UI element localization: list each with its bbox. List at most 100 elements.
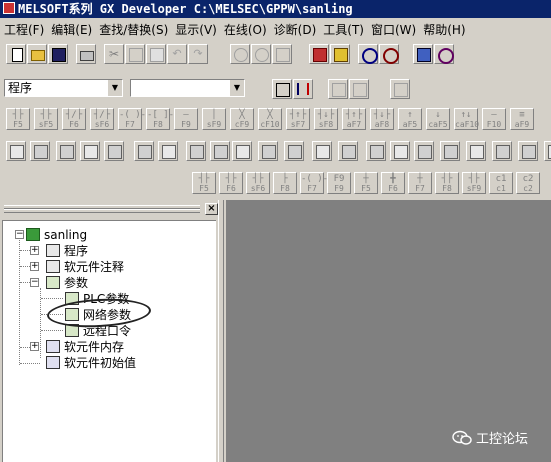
program-tool-button[interactable]	[492, 141, 512, 161]
monitor-write-button[interactable]	[379, 44, 399, 64]
program-tool-button[interactable]	[440, 141, 460, 161]
ladder-key-button[interactable]: ┤/├ F6	[62, 108, 86, 130]
tree-node-device-init[interactable]: 软元件初始值	[46, 355, 136, 371]
program-tool-button[interactable]	[258, 141, 278, 161]
find-instruction-button[interactable]	[251, 44, 271, 64]
ladder-key-button[interactable]: -[ ]- F8	[146, 108, 174, 130]
data-name-combo[interactable]: ▼	[130, 79, 245, 97]
program-tool-button[interactable]	[338, 141, 358, 161]
paste-button[interactable]	[146, 44, 166, 64]
program-tool-button[interactable]	[518, 141, 538, 161]
menu-help[interactable]: 帮助(H)	[419, 20, 468, 40]
toolbar-button-8[interactable]	[328, 79, 348, 99]
program-tool-button[interactable]	[210, 141, 230, 161]
program-tool-button[interactable]	[232, 141, 252, 161]
ladder-key-button[interactable]: -( )- F7	[118, 108, 146, 130]
tree-node-program[interactable]: 程序	[46, 243, 88, 259]
ladder-key-button[interactable]: ≡ aF9	[510, 108, 534, 130]
program-tool-button[interactable]	[284, 141, 304, 161]
ladder-key-button[interactable]: ┤↑├ sF7	[286, 108, 310, 130]
program-tool-button[interactable]	[366, 141, 386, 161]
ladder-key-button[interactable]: — F9	[174, 108, 198, 130]
device-batch-button[interactable]	[413, 44, 433, 64]
ladder-key-button[interactable]: ┤↑├ aF7	[342, 108, 366, 130]
toolbar-button-9[interactable]	[349, 79, 369, 99]
ladder-key-button[interactable]: ├ F8	[273, 172, 297, 194]
menu-online[interactable]: 在线(O)	[220, 20, 270, 40]
redo-button[interactable]: ↷	[188, 44, 208, 64]
ladder-key-button[interactable]: — F10	[482, 108, 506, 130]
ladder-key-button[interactable]: c1 c1	[489, 172, 513, 194]
save-button[interactable]	[48, 44, 68, 64]
ladder-key-button[interactable]: ┤├ F8	[435, 172, 459, 194]
tree-node-device-memory[interactable]: 软元件内存	[46, 339, 124, 355]
menu-tools[interactable]: 工具(T)	[319, 20, 367, 40]
new-project-button[interactable]	[6, 44, 26, 64]
program-tool-button[interactable]	[30, 141, 50, 161]
ladder-key-button[interactable]: -( )- F7	[300, 172, 328, 194]
panel-splitter[interactable]	[218, 200, 224, 462]
chevron-down-icon[interactable]: ▼	[107, 80, 122, 96]
ladder-key-button[interactable]: ╳ cF9	[230, 108, 254, 130]
chevron-down-icon[interactable]: ▼	[229, 80, 244, 96]
find-device-button[interactable]	[230, 44, 250, 64]
ladder-key-button[interactable]: ┤├ sF9	[462, 172, 486, 194]
expand-toggle-device-comment[interactable]: +	[30, 262, 39, 271]
write-to-plc-button[interactable]	[309, 44, 329, 64]
menu-diagnostics[interactable]: 诊断(D)	[270, 20, 320, 40]
expand-toggle-device-memory[interactable]: +	[30, 342, 39, 351]
program-tool-button[interactable]	[80, 141, 100, 161]
program-tool-button[interactable]	[466, 141, 486, 161]
ladder-key-button[interactable]: ┤↓├ aF8	[370, 108, 394, 130]
ladder-key-button[interactable]: ┤├ sF5	[34, 108, 58, 130]
ladder-key-button[interactable]: ┤/├ sF6	[90, 108, 114, 130]
toolbar-button-10[interactable]	[390, 79, 410, 99]
collapse-toggle-root[interactable]: −	[15, 230, 24, 239]
ladder-key-button[interactable]: ┤├ F5	[192, 172, 216, 194]
program-tool-button[interactable]	[134, 141, 154, 161]
menu-view[interactable]: 显示(V)	[171, 20, 220, 40]
data-type-combo[interactable]: 程序 ▼	[4, 79, 123, 97]
ladder-key-button[interactable]: ┼ F5	[354, 172, 378, 194]
menu-edit[interactable]: 编辑(E)	[47, 20, 95, 40]
cut-button[interactable]: ✂	[104, 44, 124, 64]
ladder-key-button[interactable]: ┤↓├ sF8	[314, 108, 338, 130]
ladder-key-button[interactable]: │ sF9	[202, 108, 226, 130]
copy-button[interactable]	[125, 44, 145, 64]
ladder-key-button[interactable]: ╳ cF10	[258, 108, 282, 130]
read-from-plc-button[interactable]	[330, 44, 350, 64]
program-tool-button[interactable]	[104, 141, 124, 161]
print-button[interactable]	[76, 44, 96, 64]
ladder-key-button[interactable]: ┼ F7	[408, 172, 432, 194]
program-tool-button[interactable]	[414, 141, 434, 161]
tree-node-device-comment[interactable]: 软元件注释	[46, 259, 124, 275]
replace-button[interactable]	[272, 44, 292, 64]
undo-button[interactable]: ↶	[167, 44, 187, 64]
collapse-toggle-parameter[interactable]: −	[30, 278, 39, 287]
ladder-key-button[interactable]: ┤├ sF6	[246, 172, 270, 194]
program-tool-button[interactable]	[312, 141, 332, 161]
program-tool-button[interactable]	[186, 141, 206, 161]
menu-project[interactable]: 工程(F)	[0, 20, 47, 40]
ladder-key-button[interactable]: ↑ aF5	[398, 108, 422, 130]
program-tool-button[interactable]	[390, 141, 410, 161]
tree-node-root[interactable]: sanling	[26, 227, 87, 243]
open-project-button[interactable]	[27, 44, 47, 64]
monitor-mode-button[interactable]	[358, 44, 378, 64]
menu-find-replace[interactable]: 查找/替换(S)	[95, 20, 171, 40]
ladder-key-button[interactable]: ┤├ F5	[6, 108, 30, 130]
program-tool-button[interactable]	[6, 141, 26, 161]
ladder-key-button[interactable]: c2 c2	[516, 172, 540, 194]
ladder-key-button[interactable]: F9 F9	[327, 172, 351, 194]
grip-bar[interactable]	[4, 209, 200, 213]
expand-toggle-program[interactable]: +	[30, 246, 39, 255]
ladder-key-button[interactable]: ↑↓ caF10	[454, 108, 479, 130]
ladder-key-button[interactable]: ┤├ F6	[219, 172, 243, 194]
close-panel-button[interactable]: ×	[205, 203, 218, 215]
ladder-key-button[interactable]: ╋ F6	[381, 172, 405, 194]
tree-node-parameter[interactable]: 参数	[46, 275, 88, 291]
entry-monitor-button[interactable]	[434, 44, 454, 64]
menu-window[interactable]: 窗口(W)	[367, 20, 419, 40]
program-tool-button[interactable]	[158, 141, 178, 161]
program-tool-button[interactable]	[56, 141, 76, 161]
